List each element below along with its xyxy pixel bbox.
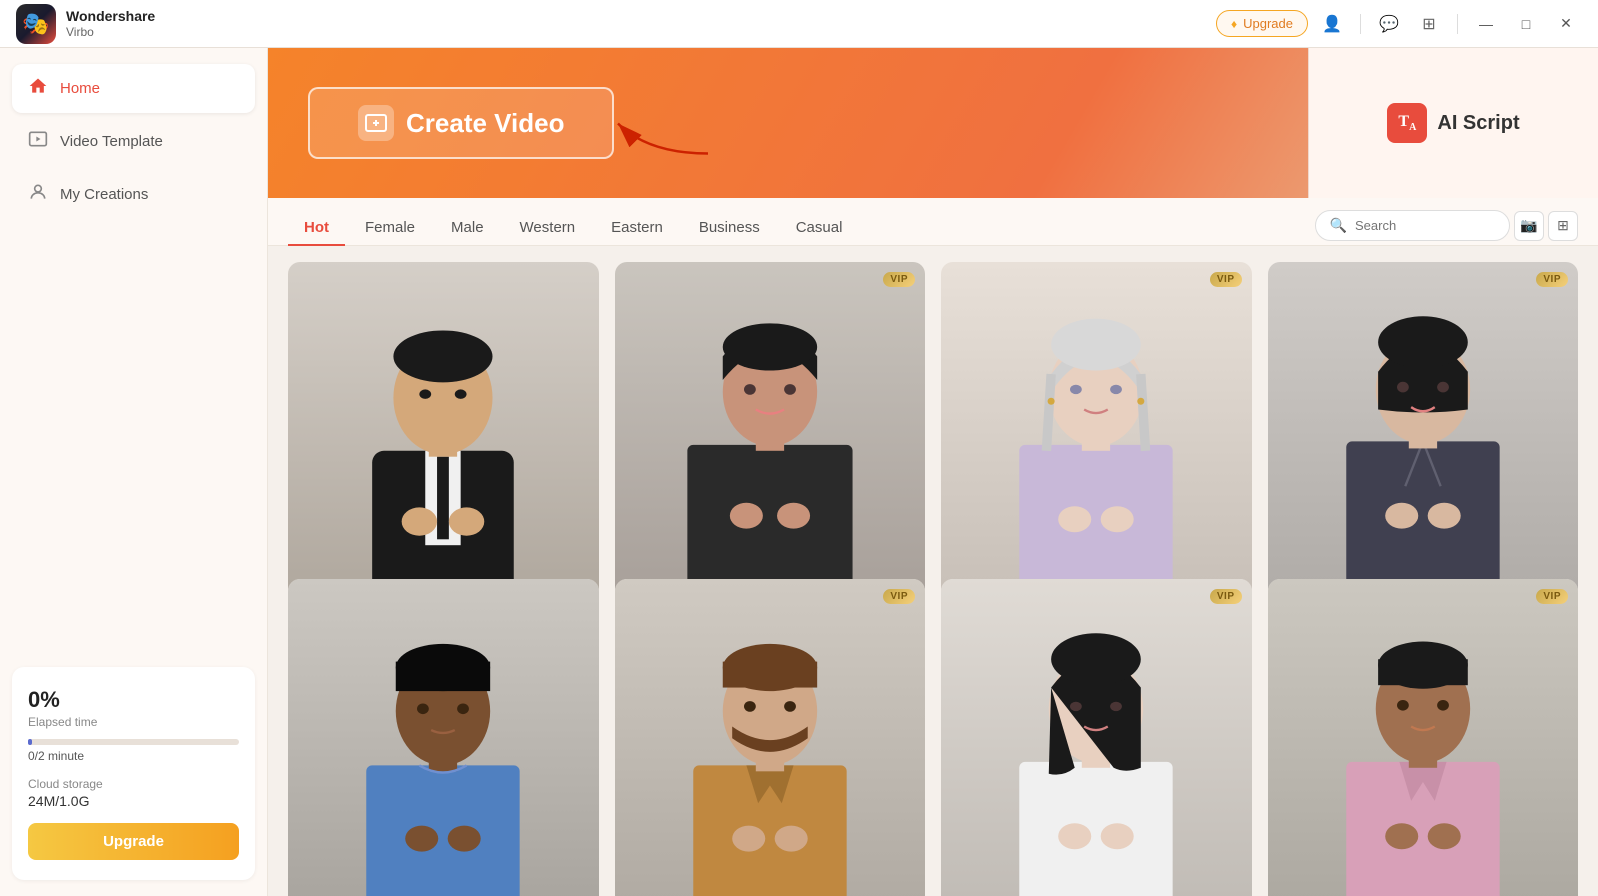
avatar-card-raj[interactable]: VIP <box>1268 579 1579 896</box>
title-bar-actions: ♦ Upgrade 👤 💬 ⊞ — □ ✕ <box>1216 8 1582 40</box>
vip-badge-alex: VIP <box>883 589 915 604</box>
ai-script-button[interactable]: TA AI Script <box>1387 103 1519 143</box>
tab-business-label: Business <box>699 219 760 236</box>
tabs-bar: Hot Female Male Western Eastern Business… <box>268 198 1598 246</box>
tab-female-label: Female <box>365 219 415 236</box>
vip-badge-emma: VIP <box>1210 589 1242 604</box>
sidebar-item-video-template[interactable]: Video Template <box>12 117 255 166</box>
avatar-card-marcus[interactable] <box>288 579 599 896</box>
avatar-image-alex <box>615 579 926 896</box>
app-branding: 🎭 Wondershare Virbo <box>16 4 155 44</box>
vip-badge-sofia-fashion: VIP <box>1536 272 1568 287</box>
create-video-label: Create Video <box>406 108 564 139</box>
home-label: Home <box>60 80 100 97</box>
avatar-image-sofia-fashion <box>1268 262 1579 592</box>
tab-western[interactable]: Western <box>504 211 592 246</box>
tab-hot[interactable]: Hot <box>288 211 345 246</box>
home-icon <box>28 76 48 101</box>
avatar-image-yaowen <box>288 262 599 592</box>
storage-label: Cloud storage <box>28 777 239 791</box>
vip-badge-raj: VIP <box>1536 589 1568 604</box>
avatar-card-emma[interactable]: VIP <box>941 579 1252 896</box>
tab-business[interactable]: Business <box>683 211 776 246</box>
tab-eastern-label: Eastern <box>611 219 663 236</box>
hero-banner: Create Video TA AI Script <box>268 48 1598 198</box>
title-bar: 🎭 Wondershare Virbo ♦ Upgrade 👤 💬 ⊞ — □ … <box>0 0 1598 48</box>
camera-view-btn[interactable]: 📷 <box>1514 211 1544 241</box>
progress-time: 0/2 minute <box>28 749 239 763</box>
tab-casual[interactable]: Casual <box>780 211 859 246</box>
diamond-icon: ♦ <box>1231 17 1237 31</box>
ai-script-label: AI Script <box>1437 112 1519 135</box>
avatar-image-emma <box>941 579 1252 896</box>
tab-western-label: Western <box>520 219 576 236</box>
avatar-image-sofia-staff <box>615 262 926 592</box>
search-box: 🔍 <box>1315 210 1510 241</box>
sidebar-nav: Home Video Template My Creations <box>12 64 255 667</box>
content-area: Create Video TA AI Script Hot Female <box>268 48 1598 896</box>
app-logo: 🎭 <box>16 4 56 44</box>
progress-bar-fill <box>28 739 32 745</box>
tab-male-label: Male <box>451 219 484 236</box>
create-video-button[interactable]: Create Video <box>308 87 614 159</box>
app-name-group: Wondershare Virbo <box>66 8 155 39</box>
sidebar-upgrade-button[interactable]: Upgrade <box>28 823 239 860</box>
video-template-label: Video Template <box>60 133 163 150</box>
search-icon: 🔍 <box>1330 217 1347 234</box>
tab-female[interactable]: Female <box>349 211 431 246</box>
arrow-annotation <box>608 104 728 169</box>
avatar-image-raj <box>1268 579 1579 896</box>
divider <box>1360 14 1361 34</box>
elapsed-label: Elapsed time <box>28 715 239 729</box>
ai-script-panel[interactable]: TA AI Script <box>1308 48 1598 198</box>
sidebar-item-my-creations[interactable]: My Creations <box>12 170 255 219</box>
video-template-icon <box>28 129 48 154</box>
chat-icon-btn[interactable]: 💬 <box>1373 8 1405 40</box>
app-subtitle: Virbo <box>66 25 155 39</box>
grid-view-btn[interactable]: ⊞ <box>1548 211 1578 241</box>
view-toggle: 📷 ⊞ <box>1514 211 1578 241</box>
app-name: Wondershare <box>66 8 155 25</box>
avatar-card-alex[interactable]: VIP <box>615 579 926 896</box>
avatar-grid: Yaowen - Finance VIP <box>268 246 1598 896</box>
my-creations-icon <box>28 182 48 207</box>
create-video-icon <box>358 105 394 141</box>
sidebar-item-home[interactable]: Home <box>12 64 255 113</box>
tab-hot-label: Hot <box>304 219 329 236</box>
minimize-button[interactable]: — <box>1470 8 1502 40</box>
apps-icon-btn[interactable]: ⊞ <box>1413 8 1445 40</box>
avatar-image-marcus <box>288 579 599 896</box>
sidebar-stats-card: 0% Elapsed time 0/2 minute Cloud storage… <box>12 667 255 880</box>
storage-value: 24M/1.0G <box>28 793 239 809</box>
divider2 <box>1457 14 1458 34</box>
progress-bar-wrap <box>28 739 239 745</box>
my-creations-label: My Creations <box>60 186 148 203</box>
upgrade-label: Upgrade <box>1243 16 1293 31</box>
main-layout: Home Video Template My Creations 0% Elap… <box>0 48 1598 896</box>
vip-badge-sofia-staff: VIP <box>883 272 915 287</box>
elapsed-percent: 0% <box>28 687 239 713</box>
ai-script-icon: TA <box>1387 103 1427 143</box>
avatar-image-lily <box>941 262 1252 592</box>
close-button[interactable]: ✕ <box>1550 8 1582 40</box>
tab-eastern[interactable]: Eastern <box>595 211 679 246</box>
upgrade-button[interactable]: ♦ Upgrade <box>1216 10 1308 37</box>
tab-male[interactable]: Male <box>435 211 500 246</box>
search-input[interactable] <box>1355 218 1495 233</box>
maximize-button[interactable]: □ <box>1510 8 1542 40</box>
sidebar: Home Video Template My Creations 0% Elap… <box>0 48 268 896</box>
user-icon-btn[interactable]: 👤 <box>1316 8 1348 40</box>
vip-badge-lily: VIP <box>1210 272 1242 287</box>
tab-casual-label: Casual <box>796 219 843 236</box>
